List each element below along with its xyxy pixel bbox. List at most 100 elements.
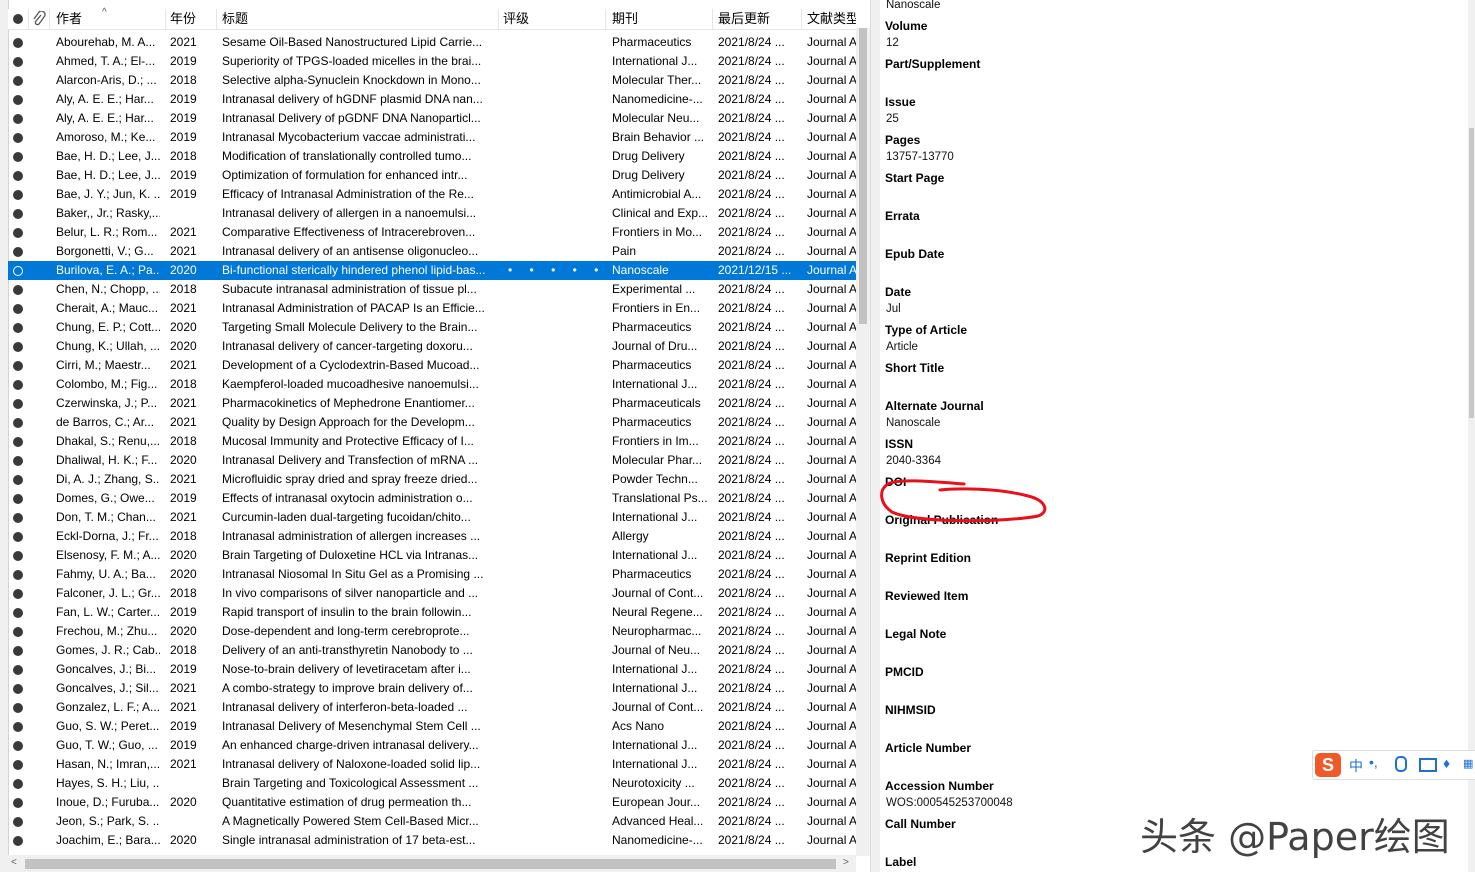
table-row[interactable]: Dhakal, S.; Renu,... 2018 Mucosal Immunity… xyxy=(8,432,856,451)
table-row[interactable]: Goncalves, J.; Sil... 2021 A combo-strateg… xyxy=(8,679,856,698)
field-value[interactable]: 2040-3364 xyxy=(886,455,941,467)
toolbox-icon[interactable]: ▦ xyxy=(1463,757,1473,770)
table-row[interactable]: Goncalves, J.; Bi... 2019 Nose-to-brain de… xyxy=(8,660,856,679)
table-row[interactable]: Domes, G.; Owe... 2019 Effects of intranas… xyxy=(8,489,856,508)
table-row[interactable]: Alarcon-Aris, D.; ... 2018 Selective alpha… xyxy=(8,71,856,90)
read-status-icon-unread[interactable] xyxy=(13,228,23,238)
column-header-year[interactable]: 年份 xyxy=(170,9,210,29)
attachment-column-header[interactable] xyxy=(32,9,50,29)
table-row[interactable]: Elsenosy, F. M.; A... 2020 Brain Targeting… xyxy=(8,546,856,565)
read-status-icon-unread[interactable] xyxy=(13,133,23,143)
table-row[interactable]: Fan, L. W.; Carter... 2019 Rapid transport… xyxy=(8,603,856,622)
read-status-icon-unread[interactable] xyxy=(13,437,23,447)
read-status-icon-unread[interactable] xyxy=(13,494,23,504)
table-row[interactable]: Amoroso, M.; Ke... 2019 Intranasal Mycobac… xyxy=(8,128,856,147)
read-status-icon-unread[interactable] xyxy=(13,627,23,637)
ime-toolbar[interactable]: S 中 •, ♦ ▦ xyxy=(1312,750,1475,780)
table-row[interactable]: Gomes, J. R.; Cab... 2018 Delivery of an a… xyxy=(8,641,856,660)
table-row[interactable]: Falconer, J. L.; Gr... 2018 In vivo compar… xyxy=(8,584,856,603)
column-header-journal[interactable]: 期刊 xyxy=(612,9,672,29)
rating-dots[interactable]: • • • • • xyxy=(508,261,605,280)
field-value[interactable]: Jul xyxy=(886,303,901,315)
read-status-icon-unread[interactable] xyxy=(13,475,23,485)
field-value[interactable]: 12 xyxy=(886,37,899,49)
table-row[interactable]: de Barros, C.; Ar... 2021 Quality by Desig… xyxy=(8,413,856,432)
table-row[interactable]: Borgonetti, V.; G... 2021 Intranasal deliv… xyxy=(8,242,856,261)
table-row[interactable]: Hasan, N.; Imran,... 2021 Intranasal deliv… xyxy=(8,755,856,774)
table-row[interactable]: Di, A. J.; Zhang, S... 2021 Microfluidic s… xyxy=(8,470,856,489)
read-status-icon-unread[interactable] xyxy=(13,760,23,770)
read-status-icon-unread[interactable] xyxy=(13,247,23,257)
scroll-left-arrow-icon[interactable]: < xyxy=(11,857,17,869)
read-status-icon-unread[interactable] xyxy=(13,342,23,352)
read-status-icon-unread[interactable] xyxy=(13,589,23,599)
read-status-icon-unread[interactable] xyxy=(13,798,23,808)
column-header-last-updated[interactable]: 最后更新 xyxy=(718,9,798,29)
read-status-icon-unread[interactable] xyxy=(13,741,23,751)
read-status-icon-read[interactable] xyxy=(13,266,23,276)
table-row[interactable]: Hayes, S. H.; Liu, ... Brain Targeting an… xyxy=(8,774,856,793)
table-row[interactable]: Colombo, M.; Fig... 2018 Kaempferol-loaded… xyxy=(8,375,856,394)
read-status-icon-unread[interactable] xyxy=(13,779,23,789)
column-header-reference-type[interactable]: 文献类型 xyxy=(807,9,856,29)
read-status-icon-unread[interactable] xyxy=(13,532,23,542)
read-status-icon-unread[interactable] xyxy=(13,304,23,314)
table-row[interactable]: Guo, T. W.; Guo, ... 2019 An enhanced char… xyxy=(8,736,856,755)
table-row[interactable]: Frechou, M.; Zhu... 2020 Dose-dependent an… xyxy=(8,622,856,641)
read-status-icon-unread[interactable] xyxy=(13,152,23,162)
read-status-icon-unread[interactable] xyxy=(13,703,23,713)
table-row[interactable]: Bae, H. D.; Lee, J.... 2018 Modification o… xyxy=(8,147,856,166)
punctuation-icon[interactable]: •, xyxy=(1369,754,1378,770)
column-header-title[interactable]: 标题 xyxy=(222,9,282,29)
table-row[interactable]: Gonzalez, L. F.; A... 2021 Intranasal deli… xyxy=(8,698,856,717)
table-row[interactable]: Abourehab, M. A... 2021 Sesame Oil-Based N… xyxy=(8,33,856,52)
read-status-icon-unread[interactable] xyxy=(13,190,23,200)
table-row[interactable]: Don, T. M.; Chan... 2021 Curcumin-laden du… xyxy=(8,508,856,527)
read-status-icon-unread[interactable] xyxy=(13,418,23,428)
table-row[interactable]: Aly, A. E. E.; Har... 2019 Intranasal Deli… xyxy=(8,109,856,128)
skin-icon[interactable]: ♦ xyxy=(1443,755,1450,771)
read-status-icon-unread[interactable] xyxy=(13,722,23,732)
read-status-icon-unread[interactable] xyxy=(13,209,23,219)
ime-language-toggle[interactable]: 中 xyxy=(1349,756,1363,776)
read-status-icon-unread[interactable] xyxy=(13,817,23,827)
table-row[interactable]: Eckl-Dorna, J.; Fr... 2018 Intranasal admi… xyxy=(8,527,856,546)
field-value[interactable]: 25 xyxy=(886,113,899,125)
table-row[interactable]: Ahmed, T. A.; El-... 2019 Superiority of T… xyxy=(8,52,856,71)
read-status-icon-unread[interactable] xyxy=(13,38,23,48)
table-row[interactable]: Joachim, E.; Bara... 2020 Single intranasa… xyxy=(8,831,856,850)
read-status-icon-unread[interactable] xyxy=(13,361,23,371)
keyboard-icon[interactable] xyxy=(1419,758,1437,772)
table-row[interactable]: Cirri, M.; Maestr... 2021 Development of a… xyxy=(8,356,856,375)
read-status-column-header[interactable] xyxy=(13,9,25,29)
table-row[interactable]: Jeon, S.; Park, S. ... A Magnetically Pow… xyxy=(8,812,856,831)
read-status-icon-unread[interactable] xyxy=(13,171,23,181)
field-value[interactable]: Nanoscale xyxy=(886,417,940,429)
microphone-icon[interactable] xyxy=(1395,756,1407,772)
table-row[interactable]: Inoue, D.; Furuba... 2020 Quantitative est… xyxy=(8,793,856,812)
column-header-rating[interactable]: 评级 xyxy=(503,9,563,29)
read-status-icon-unread[interactable] xyxy=(13,114,23,124)
field-value[interactable]: WOS:000545253700048 xyxy=(886,797,1013,809)
read-status-icon-unread[interactable] xyxy=(13,323,23,333)
read-status-icon-unread[interactable] xyxy=(13,380,23,390)
table-row[interactable]: Aly, A. E. E.; Har... 2019 Intranasal deli… xyxy=(8,90,856,109)
table-row[interactable]: Guo, S. W.; Peret... 2019 Intranasal Deliv… xyxy=(8,717,856,736)
read-status-icon-unread[interactable] xyxy=(13,646,23,656)
read-status-icon-unread[interactable] xyxy=(13,608,23,618)
read-status-icon-unread[interactable] xyxy=(13,399,23,409)
read-status-icon-unread[interactable] xyxy=(13,551,23,561)
table-row[interactable]: Cherait, A.; Mauc... 2021 Intranasal Admin… xyxy=(8,299,856,318)
table-row[interactable]: Chung, E. P.; Cott... 2020 Targeting Small… xyxy=(8,318,856,337)
scroll-right-arrow-icon[interactable]: > xyxy=(843,857,849,869)
read-status-icon-unread[interactable] xyxy=(13,570,23,580)
read-status-icon-unread[interactable] xyxy=(13,95,23,105)
horizontal-scrollbar-thumb[interactable] xyxy=(25,859,836,869)
table-row-selected[interactable]: Burilova, E. A.; Pa... 2020 Bi-functional … xyxy=(8,261,856,280)
table-row[interactable]: Dhaliwal, H. K.; F... 2020 Intranasal Deli… xyxy=(8,451,856,470)
read-status-icon-unread[interactable] xyxy=(13,76,23,86)
read-status-icon-unread[interactable] xyxy=(13,285,23,295)
read-status-icon-unread[interactable] xyxy=(13,836,23,846)
table-row[interactable]: Fahmy, U. A.; Ba... 2020 Intranasal Niosom… xyxy=(8,565,856,584)
read-status-icon-unread[interactable] xyxy=(13,456,23,466)
